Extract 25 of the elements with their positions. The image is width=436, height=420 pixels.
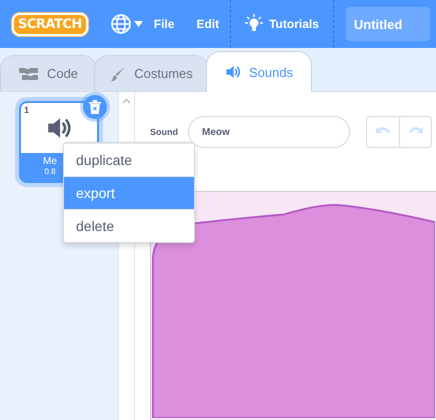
- tutorials-menu[interactable]: Tutorials: [269, 17, 319, 31]
- lightbulb-icon: [245, 14, 264, 34]
- menu-item[interactable]: File: [142, 17, 186, 31]
- project-title-field[interactable]: Untitled: [346, 7, 430, 41]
- tab[interactable]: Code: [0, 55, 97, 91]
- caret-icon[interactable]: [134, 21, 143, 27]
- sound-number: 1: [24, 105, 30, 115]
- sound-label: Sound: [150, 127, 179, 137]
- tab[interactable]: Sounds: [206, 51, 312, 92]
- menu-item[interactable]: Edit: [185, 17, 230, 31]
- scroll-up-icon[interactable]: [122, 98, 131, 104]
- sound-name: Me: [43, 156, 57, 167]
- trash-icon: [89, 100, 101, 114]
- speaker-icon: [46, 117, 72, 139]
- menu-option[interactable]: export: [64, 176, 194, 209]
- menu-option[interactable]: delete: [64, 209, 194, 242]
- speaker-icon: [224, 65, 241, 79]
- scratch-logo[interactable]: SCRATCH: [12, 12, 88, 36]
- delete-button[interactable]: [83, 95, 107, 119]
- code-blocks-icon: [18, 66, 39, 80]
- globe-icon[interactable]: [110, 13, 132, 35]
- sound-name-field[interactable]: Meow: [188, 116, 350, 148]
- sound-duration: 0.8: [44, 167, 56, 176]
- paintbrush-icon: [110, 66, 126, 82]
- tab[interactable]: Costumes: [94, 55, 209, 91]
